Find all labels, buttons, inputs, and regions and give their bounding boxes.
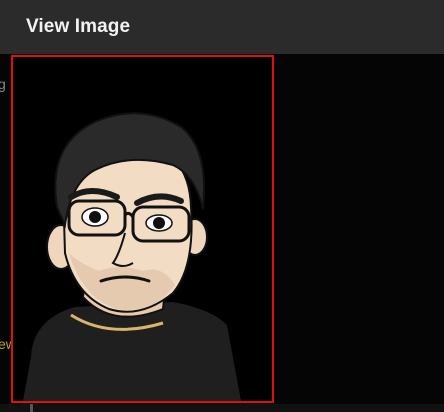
view-image-window: ta g ew View Image [0,0,444,412]
scroll-indicator[interactable] [30,404,33,412]
viewer-bottom-strip [0,404,444,412]
avatar-image[interactable] [13,57,272,401]
dialog-header: View Image [0,0,444,54]
background-text-fragment: g [0,76,6,92]
dialog-title: View Image [26,16,131,37]
selected-image-frame[interactable] [11,55,274,403]
